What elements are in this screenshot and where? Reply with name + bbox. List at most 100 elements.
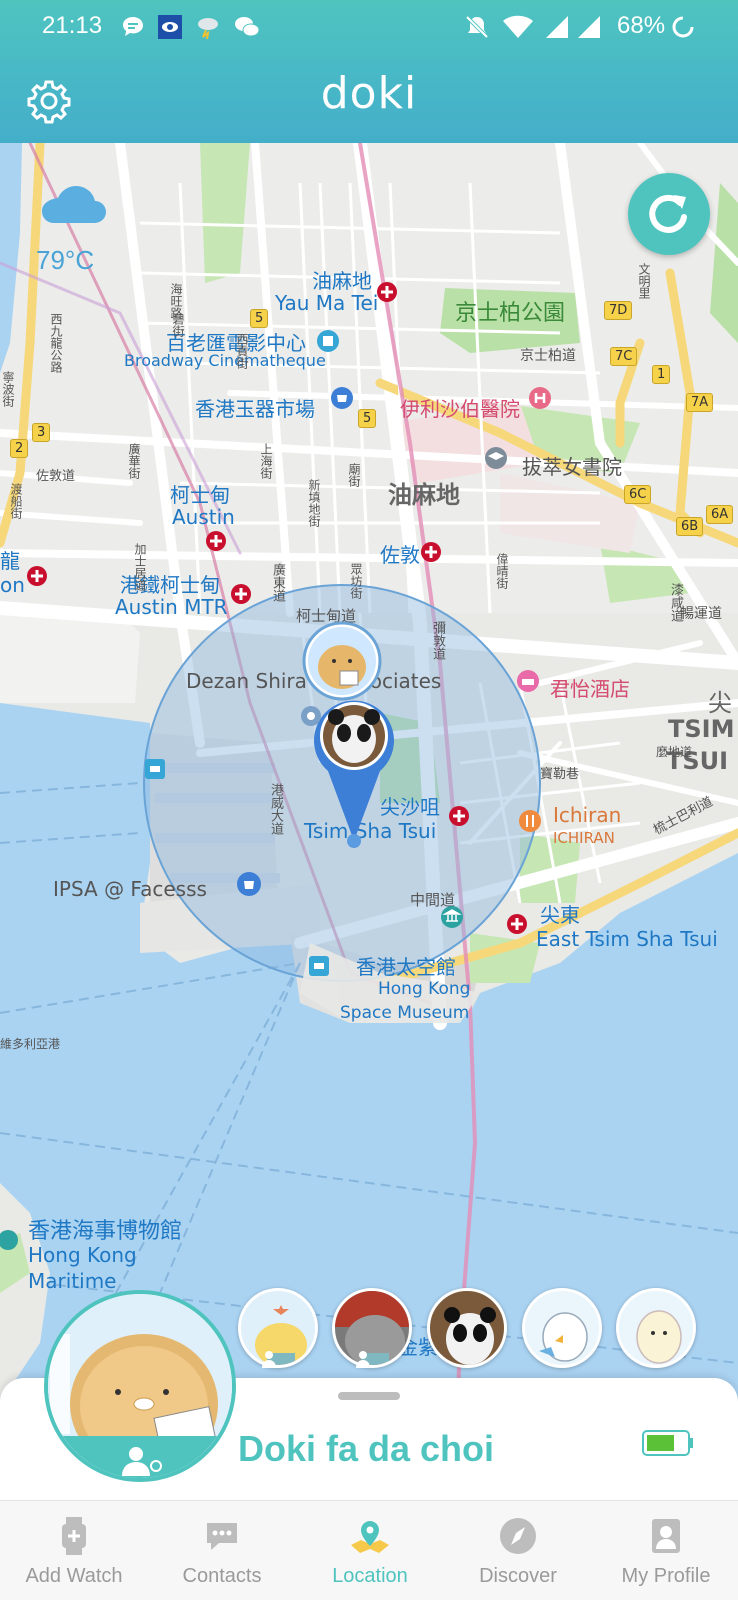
tab-my-profile[interactable]: My Profile <box>592 1501 738 1600</box>
app-title: doki <box>320 68 418 119</box>
map-label: 香港海事博物館 <box>28 1219 183 1244</box>
route-badge: 3 <box>32 423 51 442</box>
school-pin-icon <box>485 447 507 469</box>
map-label: 西貢街 <box>235 333 249 369</box>
map-label: 寧波街 <box>1 371 15 407</box>
map-label: 加士居道 <box>133 543 147 591</box>
map-label: 油麻地 <box>312 269 372 293</box>
profile-icon <box>652 1519 680 1553</box>
signal-icon <box>578 16 600 38</box>
mtr-station-icon <box>377 282 397 302</box>
cloud-icon <box>42 186 106 223</box>
map-label: 維多利亞港 <box>0 1037 61 1051</box>
ferry-pier-icon <box>309 956 329 976</box>
tab-label: My Profile <box>621 1565 711 1587</box>
hotel-pin-icon <box>517 670 539 692</box>
map-label: 香港太空館 <box>356 955 456 979</box>
map-label: 渡船街 <box>9 483 23 519</box>
map-label: 彌敦道 <box>430 621 445 660</box>
map-label: Yau Ma Tei <box>275 291 379 315</box>
route-badge: 7D <box>604 301 633 320</box>
route-badge: 7C <box>610 347 638 366</box>
device-location-pin[interactable] <box>314 691 394 851</box>
map-label: 眾坊街 <box>349 563 363 599</box>
chat-bubble-icon <box>207 1523 237 1550</box>
watch-icon <box>62 1517 86 1555</box>
cinema-pin-icon <box>317 330 339 352</box>
map-label: 尖東 <box>540 903 580 927</box>
shop-pin-icon <box>237 872 261 896</box>
route-badge: 6A <box>706 505 734 524</box>
selected-avatar-art <box>48 1294 232 1478</box>
map-label: on <box>0 573 25 597</box>
ferry-pier-icon <box>145 759 165 779</box>
ghost-avatar-art <box>636 1310 682 1364</box>
map-label: 偉晴街 <box>495 553 509 589</box>
tab-discover[interactable]: Discover <box>444 1501 592 1600</box>
map-label: 暢運道 <box>680 606 722 622</box>
map-label: 碧街 <box>171 313 185 337</box>
bird-avatar[interactable] <box>522 1288 602 1368</box>
compass-icon <box>500 1518 536 1554</box>
key-user-icon <box>262 1351 276 1368</box>
map-label: 廟街 <box>347 463 361 487</box>
mtr-station-icon <box>507 914 527 934</box>
map-label: 京士柏公園 <box>455 301 566 326</box>
battery-icon <box>642 1430 693 1456</box>
sheet-drag-handle[interactable] <box>338 1392 400 1400</box>
tab-contacts[interactable]: Contacts <box>148 1501 296 1600</box>
map-label: East Tsim Sha Tsui <box>536 927 718 951</box>
map-label: 麼地道 <box>656 745 693 759</box>
tab-add-watch[interactable]: Add Watch <box>0 1501 148 1600</box>
mtr-station-icon <box>421 542 441 562</box>
mtr-station-icon <box>231 584 251 604</box>
refresh-icon <box>649 194 687 233</box>
shopping-pin-icon <box>331 387 353 409</box>
map-label: Hong Kong <box>28 1243 137 1267</box>
map-label: 油麻地 <box>388 481 460 509</box>
status-bar: 21:13 68% <box>0 0 738 56</box>
blue-app-icon <box>158 15 182 39</box>
route-badge: 5 <box>250 309 269 328</box>
map-label: ICHIRAN <box>553 829 615 847</box>
museum-pin-icon <box>0 1230 18 1250</box>
tab-label: Location <box>332 1565 408 1587</box>
tab-label: Discover <box>479 1565 557 1587</box>
tab-label: Add Watch <box>25 1565 123 1587</box>
restaurant-pin-icon <box>519 810 541 832</box>
map-label: 香港玉器市場 <box>195 397 315 421</box>
route-badge: 5 <box>358 409 377 428</box>
tab-location[interactable]: Location <box>296 1501 444 1600</box>
map-label: 廣東道 <box>270 563 285 602</box>
map-label: 文明里 <box>637 263 651 299</box>
selected-device-avatar[interactable] <box>44 1290 236 1482</box>
map-label: 京士柏道 <box>520 348 576 364</box>
panda-avatar[interactable] <box>427 1288 507 1368</box>
wifi-icon <box>503 15 533 38</box>
status-time: 21:13 <box>42 12 103 39</box>
ghost-avatar[interactable] <box>616 1288 696 1368</box>
mute-icon <box>465 15 489 39</box>
map-label: Broadway Cinematheque <box>124 351 326 370</box>
route-badge: 6C <box>624 485 652 504</box>
map-label: 新填地街 <box>307 479 321 527</box>
map-label: 上海街 <box>259 443 273 479</box>
map-label: Austin MTR <box>115 595 228 619</box>
device-name: Doki fa da choi <box>238 1428 495 1469</box>
map-label: Austin <box>172 505 235 529</box>
refresh-button[interactable] <box>628 173 710 255</box>
mtr-station-icon <box>27 566 47 586</box>
mtr-station-icon <box>206 531 226 551</box>
hospital-pin-icon <box>529 387 551 409</box>
location-pin-icon <box>351 1521 389 1553</box>
route-badge: 7A <box>686 393 714 412</box>
app-header: 21:13 68% doki <box>0 0 738 143</box>
map-label: 廣華街 <box>127 443 141 479</box>
map-label: Space Museum <box>340 1003 470 1023</box>
route-badge: 2 <box>10 439 29 458</box>
map-label: 伊利沙伯醫院 <box>400 397 520 421</box>
wechat-icon <box>235 17 260 37</box>
map-label: 寶勒巷 <box>540 767 580 782</box>
route-badge: 1 <box>652 365 671 384</box>
map-label: IPSA @ Facesss <box>53 877 207 901</box>
